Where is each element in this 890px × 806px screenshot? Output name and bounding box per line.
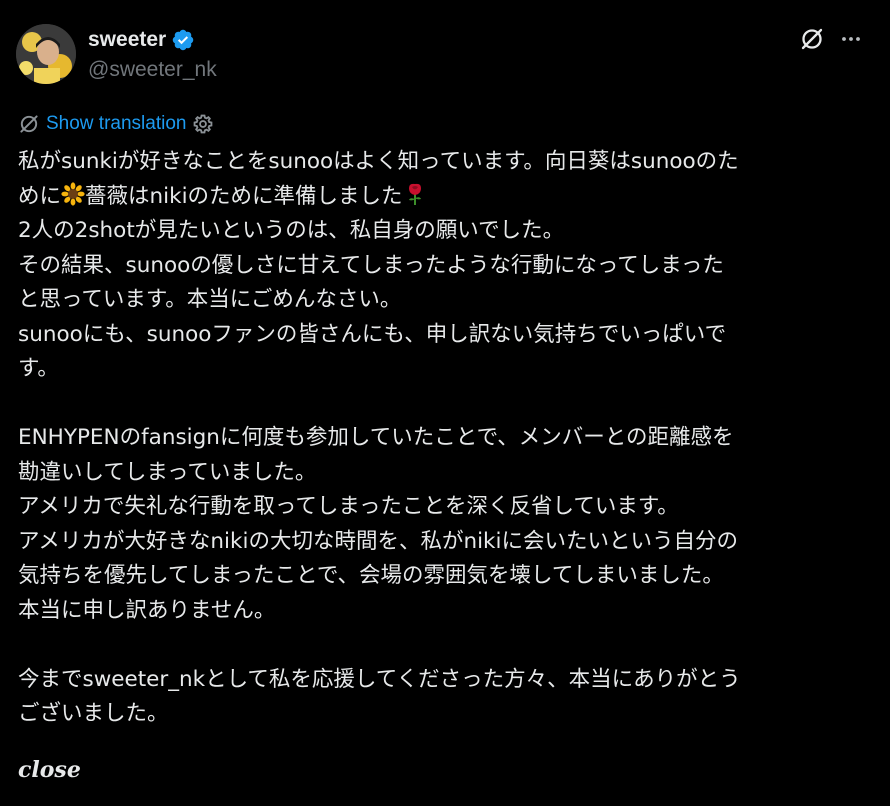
post-line: その結果、sunooの優しさに甘えてしまったような行動になってしまった <box>18 252 724 278</box>
sunflower-emoji <box>61 181 85 206</box>
post-line: 今までsweeter_nkとして私を応援してくださった方々、本当にありがとう <box>18 666 741 692</box>
post-line: アメリカで失礼な行動を取ってしまったことを深く反省しています。 <box>18 494 679 519</box>
grok-button[interactable] <box>797 24 827 54</box>
post-line-part: めに <box>18 183 62 209</box>
post-line: 本当に申し訳ありません。 <box>18 597 276 623</box>
post-line: 2人の2shotが見たいというのは、私自身の願いでした。 <box>18 218 565 243</box>
author-name-row: sweeter <box>88 27 195 53</box>
author-display-name[interactable]: sweeter <box>88 28 166 52</box>
translate-row: Show translation <box>18 111 214 137</box>
post-line: sunooにも、sunooファンの皆さんにも、申し訳ない気持ちでいっぱいで <box>18 321 727 347</box>
post-line: と思っています。本当にごめんなさい。 <box>18 287 402 312</box>
grok-slash-icon <box>801 28 823 50</box>
author-handle[interactable]: @sweeter_nk <box>88 58 217 82</box>
more-options-button[interactable] <box>836 24 866 54</box>
post-line-part: 薔薇はnikiのために準備しました <box>85 183 403 209</box>
post-line: 勘違いしてしまっていました。 <box>18 459 317 485</box>
gear-icon[interactable] <box>192 113 214 135</box>
avatar[interactable] <box>16 24 76 84</box>
show-translation-link[interactable]: Show translation <box>46 113 186 135</box>
post-card: sweeter @sweeter_nk Show translation 私がs… <box>0 0 890 806</box>
post-line: ございました。 <box>18 701 169 726</box>
post-line: す。 <box>18 356 59 381</box>
post-line: めに 薔薇はnikiのために準備しました <box>18 180 868 215</box>
post-line: 気持ちを優先してしまったことで、会場の雰囲気を壊してしまいました。 <box>18 563 724 588</box>
profile-photo-avatar <box>16 24 76 84</box>
post-line: ENHYPENのfansignに何度も参加していたことで、メンバーとの距離感を <box>18 425 734 450</box>
closing-word: close <box>18 757 81 783</box>
grok-slash-icon <box>20 115 38 133</box>
more-dots-icon <box>842 37 860 41</box>
post-line: 私がsunkiが好きなことをsunooはよく知っています。向日葵はsunooのた <box>18 149 739 174</box>
post-text: 私がsunkiが好きなことをsunooはよく知っています。向日葵はsunooのた… <box>18 145 868 732</box>
post-line: アメリカが大好きなnikiの大切な時間を、私がnikiに会いたいという自分の <box>18 528 738 554</box>
verified-badge-icon <box>172 29 194 51</box>
rose-emoji <box>403 182 427 206</box>
